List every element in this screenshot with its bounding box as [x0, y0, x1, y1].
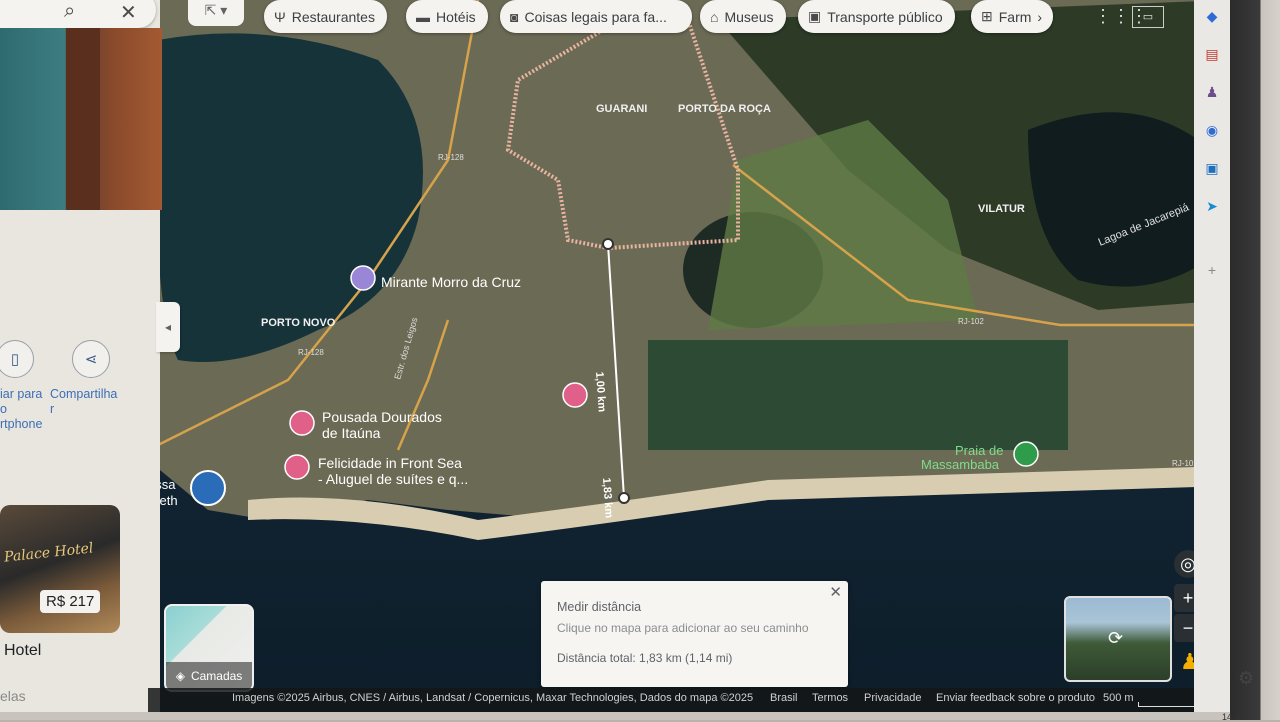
layers-button[interactable]: ◈ Camadas [164, 604, 254, 692]
monitor-bezel [1230, 0, 1280, 720]
tag-icon[interactable]: ◆ [1202, 8, 1222, 26]
price-badge: R$ 217 [40, 590, 101, 613]
poi-marker-photo[interactable] [190, 470, 226, 506]
send-icon[interactable]: ➤ [1202, 198, 1222, 216]
pharmacy-icon: ⊞ [981, 8, 993, 24]
layers-label-bar: ◈ Camadas [166, 662, 252, 690]
place-label-porto-da-roca: PORTO DA ROÇA [678, 103, 771, 115]
poi-marker-hotel[interactable] [562, 382, 588, 408]
share-icon[interactable]: ⋖ [72, 340, 110, 378]
hotel-sign-text: Palace Hotel [3, 540, 95, 566]
measure-total: Distância total: 1,83 km (1,14 mi) [557, 651, 733, 665]
people-icon[interactable]: ♟ [1202, 84, 1222, 102]
taskbar-edge [0, 712, 1230, 720]
privacy-link[interactable]: Privacidade [864, 692, 921, 704]
browser-side-panel: ◆ ▤ ♟ ◉ ▣ ➤ + [1194, 0, 1230, 712]
poi-label-felicidade[interactable]: Felicidade in Front Sea - Aluguel de suít… [318, 455, 468, 487]
add-icon[interactable]: + [1202, 262, 1222, 280]
hotel-subtitle: elas [0, 688, 26, 704]
hotel-name[interactable]: Hotel [4, 642, 41, 660]
send-to-phone-icon[interactable]: ▯ [0, 340, 34, 378]
imagery-credit: Imagens ©2025 Airbus, CNES / Airbus, Lan… [232, 692, 754, 704]
measure-point-start[interactable] [602, 238, 614, 250]
feedback-link[interactable]: Enviar feedback sobre o produto [936, 692, 1095, 704]
chip-farmacias[interactable]: ⊞ Farm › [971, 0, 1053, 33]
search-box[interactable]: ⌕ ✕ [0, 0, 156, 28]
settings-gear-icon[interactable]: ⚙ [1238, 668, 1254, 689]
send-to-phone-label[interactable]: iar para o rtphone [0, 387, 42, 432]
place-label-guarani: GUARANI [596, 103, 647, 115]
close-icon[interactable]: ✕ [829, 583, 842, 601]
hotel-photo[interactable]: Palace Hotel [0, 505, 120, 633]
place-label-vilatur: VILATUR [978, 203, 1025, 215]
measure-distance-card: Medir distância Clique no mapa para adic… [541, 581, 848, 687]
collapse-panel-button[interactable]: ◂ [156, 302, 180, 352]
layers-label: Camadas [190, 669, 243, 683]
chip-label: Hotéis [436, 8, 476, 25]
country-link[interactable]: Brasil [770, 692, 798, 704]
place-photo[interactable] [0, 28, 162, 210]
hotel-icon: ▬ [416, 8, 430, 25]
road-label-rj128-b: RJ-128 [298, 348, 324, 357]
copilot-icon[interactable]: ◉ [1202, 122, 1222, 140]
chip-hoteis[interactable]: ▬ Hotéis [406, 0, 488, 33]
chip-coisas-legais[interactable]: ◙ Coisas legais para fa... [500, 0, 692, 33]
chevron-right-icon[interactable]: › [1037, 9, 1042, 25]
chip-label: Farm [998, 8, 1032, 25]
layers-icon: ◈ [175, 669, 185, 683]
poi-marker-praia[interactable] [1013, 441, 1039, 467]
measure-hint: Clique no mapa para adicionar ao seu cam… [557, 621, 809, 635]
chip-restaurantes[interactable]: Ψ Restaurantes [264, 0, 387, 33]
directions-button[interactable]: ⇱ ▾ [188, 0, 244, 26]
camera-icon: ◙ [510, 8, 519, 25]
account-icon[interactable]: ▭ [1132, 6, 1164, 28]
chip-museus[interactable]: ⌂ Museus [700, 0, 786, 33]
close-icon[interactable]: ✕ [120, 0, 137, 25]
poi-marker-pousada[interactable] [289, 410, 315, 436]
poi-marker-mirante[interactable] [350, 265, 376, 291]
chip-label: Museus [724, 8, 774, 25]
directions-icon: ⇱ ▾ [204, 1, 228, 18]
map-footer: Imagens ©2025 Airbus, CNES / Airbus, Lan… [148, 688, 1230, 712]
transit-icon: ▣ [808, 8, 822, 24]
minus-icon: − [1182, 617, 1194, 638]
scale-label[interactable]: 500 m [1103, 692, 1134, 704]
action-row: ▯ iar para o rtphone ⋖ Compartilha r [0, 330, 160, 450]
terms-link[interactable]: Termos [812, 692, 848, 704]
outlook-icon[interactable]: ▣ [1202, 160, 1222, 178]
vegetation-strip [648, 340, 1068, 450]
search-icon[interactable]: ⌕ [64, 0, 75, 23]
browser-viewport: GUARANI PORTO DA ROÇA VILATUR Lagoa de J… [0, 0, 1230, 712]
road-label-rj128-a: RJ-128 [438, 153, 464, 162]
plus-icon: + [1182, 587, 1194, 608]
measure-point-end[interactable] [618, 492, 630, 504]
chip-transporte[interactable]: ▣ Transporte público [798, 0, 955, 33]
poi-label-mirante[interactable]: Mirante Morro da Cruz [381, 274, 521, 290]
chevron-left-icon: ◂ [164, 320, 172, 334]
chip-label: Restaurantes [291, 8, 375, 25]
measure-title: Medir distância [557, 600, 642, 614]
restaurant-icon: Ψ [274, 8, 286, 25]
place-label-porto-novo: PORTO NOVO [261, 317, 336, 329]
briefcase-icon[interactable]: ▤ [1202, 46, 1222, 64]
road-label-rj102-a: RJ-102 [958, 317, 984, 326]
street-view-preview[interactable]: ⟳ [1064, 596, 1172, 682]
rotate-360-icon: ⟳ [1108, 628, 1124, 648]
chip-label: Transporte público [827, 8, 943, 25]
place-details-panel: ⌕ ✕ ▯ iar para o rtphone ⋖ Compartilha r… [0, 0, 162, 712]
share-label[interactable]: Compartilha r [50, 387, 117, 417]
museum-icon: ⌂ [710, 8, 719, 25]
clock: 14:40 [1222, 712, 1245, 722]
poi-marker-felicidade[interactable] [284, 454, 310, 480]
chip-label: Coisas legais para fa... [524, 8, 667, 25]
